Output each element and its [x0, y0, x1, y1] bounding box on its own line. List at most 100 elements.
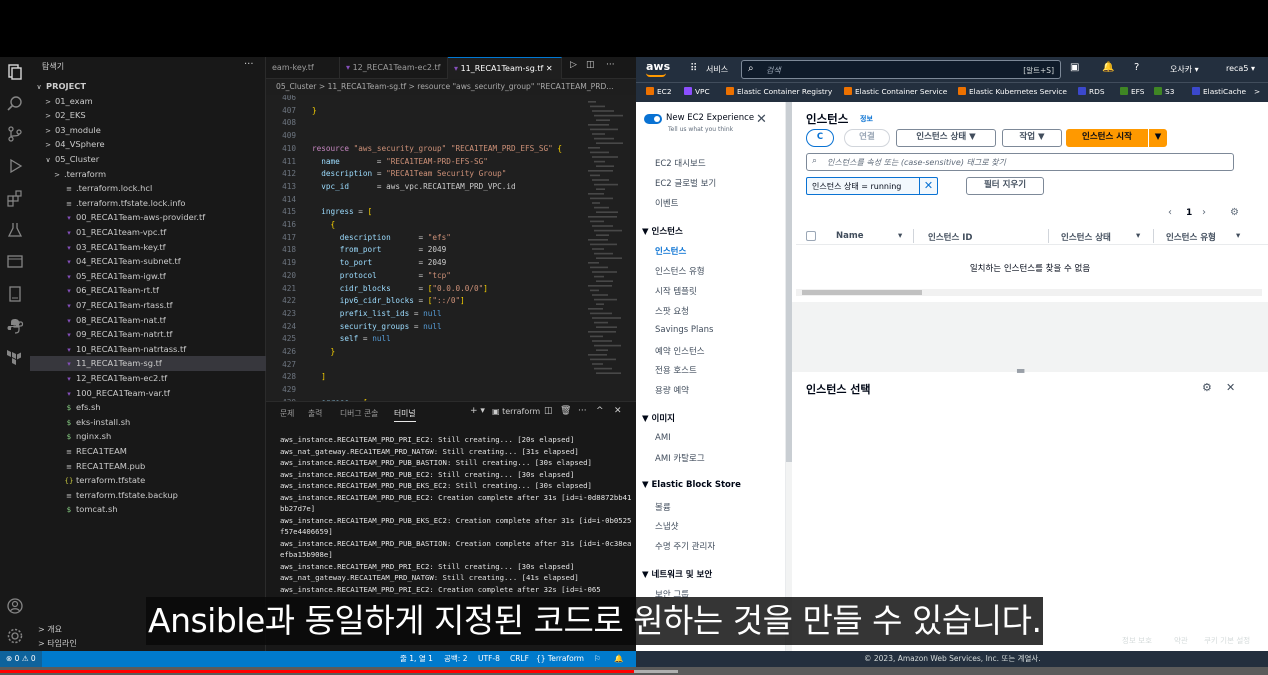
code-line[interactable]: to_port = 2049: [312, 258, 446, 267]
split-editor-icon[interactable]: ◫: [586, 60, 595, 70]
terraform-icon[interactable]: [6, 349, 24, 367]
run-icon[interactable]: ▷: [570, 60, 577, 70]
notifications-icon[interactable]: 🔔: [614, 651, 623, 667]
panel-close-icon[interactable]: ✕: [1226, 381, 1235, 394]
problems-status[interactable]: ⊗ 0 ⚠ 0: [0, 651, 42, 667]
nav-section-header[interactable]: ▼ Elastic Block Store: [642, 480, 741, 490]
new-experience-sub[interactable]: Tell us what you think: [668, 126, 733, 133]
maximize-panel-icon[interactable]: ^: [596, 406, 604, 416]
favorite-s3[interactable]: S3: [1154, 87, 1174, 96]
indent-status[interactable]: 공백: 2: [444, 651, 467, 667]
tree-item[interactable]: ▾ 06_RECA1Team-rt.tf: [30, 283, 266, 298]
services-menu[interactable]: 서비스: [706, 64, 728, 75]
favorite-rds[interactable]: RDS: [1078, 87, 1105, 96]
tree-item[interactable]: ▾ 11_RECA1Team-sg.tf: [30, 356, 266, 371]
tree-item[interactable]: ∨ PROJECT: [30, 79, 266, 94]
panel-tab[interactable]: 문제: [280, 408, 294, 419]
tree-item[interactable]: ≡ .terraform.tfstate.lock.info: [30, 196, 266, 211]
code-line[interactable]: name = "RECA1TEAM-PRD-EFS-SG": [312, 157, 488, 166]
tree-item[interactable]: $ efs.sh: [30, 400, 266, 415]
notifications-bell-icon[interactable]: 🔔: [1102, 62, 1114, 73]
account-icon[interactable]: [6, 597, 24, 615]
table-horizontal-scrollbar[interactable]: [796, 289, 1262, 296]
video-progress-bar[interactable]: [0, 667, 1268, 675]
tree-item[interactable]: ▾ 07_RECA1Team-rtass.tf: [30, 298, 266, 313]
split-panel-handle-icon[interactable]: ═: [1017, 364, 1024, 378]
nav-item[interactable]: 수명 주기 관리자: [655, 540, 715, 552]
services-grid-icon[interactable]: ⠿: [690, 63, 697, 74]
nav-item[interactable]: 용량 예약: [655, 384, 689, 396]
close-panel-icon[interactable]: ✕: [614, 406, 622, 416]
code-line[interactable]: resource "aws_security_group" "RECA1TEAM…: [312, 144, 562, 153]
run-debug-icon[interactable]: [6, 157, 24, 175]
favorite-efs[interactable]: EFS: [1120, 87, 1144, 96]
code-line[interactable]: cidr_blocks = ["0.0.0.0/0"]: [312, 284, 488, 293]
notebook-icon[interactable]: [6, 285, 24, 303]
new-experience-toggle[interactable]: New EC2 Experience Tell us what you thin…: [644, 112, 780, 138]
help-icon[interactable]: ?: [1134, 62, 1139, 73]
code-line[interactable]: vpc_id = aws_vpc.RECA1TEAM_PRD_VPC.id: [312, 182, 515, 191]
nav-item[interactable]: 시작 템플릿: [655, 285, 697, 297]
favorite-elastic-container-registry[interactable]: Elastic Container Registry: [726, 87, 832, 96]
code-line[interactable]: self = null: [312, 334, 391, 343]
testing-icon[interactable]: [6, 221, 24, 239]
cursor-position[interactable]: 줄 1, 열 1: [400, 651, 433, 667]
tree-item[interactable]: >02_EKS: [30, 108, 266, 123]
panel-settings-icon[interactable]: ⚙: [1202, 381, 1212, 394]
breadcrumb[interactable]: 05_Cluster > 11_RECA1Team-sg.tf > resour…: [276, 79, 636, 95]
actions-button[interactable]: 작업 ▼: [1002, 129, 1062, 147]
tree-item[interactable]: ▾ 01_RECA1team-vpc.tf: [30, 225, 266, 240]
cookie-prefs-link[interactable]: 쿠키 기본 설정: [1204, 635, 1250, 646]
col-instance-state[interactable]: 인스턴스 상태: [1061, 231, 1111, 243]
tab-key-tf[interactable]: eam-key.tf: [266, 57, 340, 79]
kill-terminal-icon[interactable]: 🗑: [560, 406, 571, 416]
clear-filters-button[interactable]: 필터 지우기: [966, 177, 1044, 195]
extensions-icon[interactable]: [6, 189, 24, 207]
instance-search-input[interactable]: ⌕ 인스턴스를 속성 또는 (case-sensitive) 태그로 찾기: [806, 153, 1234, 171]
filter-chip[interactable]: 인스턴스 상태 = running ✕: [806, 177, 938, 195]
account-menu[interactable]: reca5 ▾: [1226, 64, 1255, 73]
encoding-status[interactable]: UTF-8: [478, 651, 500, 667]
tab-sg-tf[interactable]: ▾ 11_RECA1Team-sg.tf ✕: [448, 57, 562, 79]
more-actions-icon[interactable]: ···: [606, 60, 615, 70]
code-editor[interactable]: 406 407} 408 409 410 resource "aws_security_g…: [266, 95, 636, 401]
tree-item[interactable]: ▾ 05_RECA1Team-igw.tf: [30, 269, 266, 284]
tab-ec2-tf[interactable]: ▾ 12_RECA1Team-ec2.tf: [340, 57, 448, 79]
close-icon[interactable]: ✕: [756, 112, 767, 127]
sort-type-icon[interactable]: ▾: [1236, 231, 1240, 241]
terminal-name[interactable]: ▣ terraform: [492, 407, 540, 416]
prev-page-icon[interactable]: ‹: [1168, 207, 1172, 218]
nav-item[interactable]: AMI: [655, 433, 671, 443]
search-icon[interactable]: [6, 95, 24, 113]
refresh-button[interactable]: C: [806, 129, 834, 147]
nav-item[interactable]: 볼륨: [655, 501, 671, 513]
tree-item[interactable]: ≡ RECA1TEAM.pub: [30, 459, 266, 474]
instance-state-button[interactable]: 인스턴스 상태 ▼: [896, 129, 996, 147]
col-name[interactable]: Name: [836, 231, 863, 241]
tree-item[interactable]: ▾ 00_RECA1Team-aws-provider.tf: [30, 210, 266, 225]
tree-item[interactable]: $ nginx.sh: [30, 429, 266, 444]
tree-item[interactable]: {} terraform.tfstate: [30, 473, 266, 488]
nav-item[interactable]: Savings Plans: [655, 325, 713, 335]
feedback-icon[interactable]: ⚐: [594, 651, 601, 667]
code-line[interactable]: protocol = "tcp": [312, 271, 451, 280]
explorer-more-icon[interactable]: ···: [244, 59, 254, 70]
favorite-vpc[interactable]: VPC: [684, 87, 710, 96]
more-icon[interactable]: ···: [578, 406, 587, 416]
tree-item[interactable]: >03_module: [30, 123, 266, 138]
launch-instance-button[interactable]: 인스턴스 시작: [1066, 129, 1148, 147]
language-status[interactable]: {} Terraform: [536, 651, 584, 667]
panel-tab[interactable]: 터미널: [394, 408, 416, 422]
next-page-icon[interactable]: ›: [1202, 207, 1206, 218]
nav-item[interactable]: 이벤트: [655, 197, 678, 209]
select-all-checkbox[interactable]: [806, 231, 816, 241]
sort-state-icon[interactable]: ▾: [1136, 231, 1140, 241]
col-instance-type[interactable]: 인스턴스 유형: [1166, 231, 1216, 243]
tree-item[interactable]: ∨ 05_Cluster: [30, 152, 266, 167]
nav-section-header[interactable]: ▼ 인스턴스: [642, 225, 683, 237]
code-line[interactable]: from_port = 2049: [312, 245, 446, 254]
nav-item[interactable]: 스냅샷: [655, 520, 678, 532]
favorite-elastic-container-service[interactable]: Elastic Container Service: [844, 87, 947, 96]
remove-filter-icon[interactable]: ✕: [919, 178, 937, 194]
page-number[interactable]: 1: [1186, 208, 1192, 218]
